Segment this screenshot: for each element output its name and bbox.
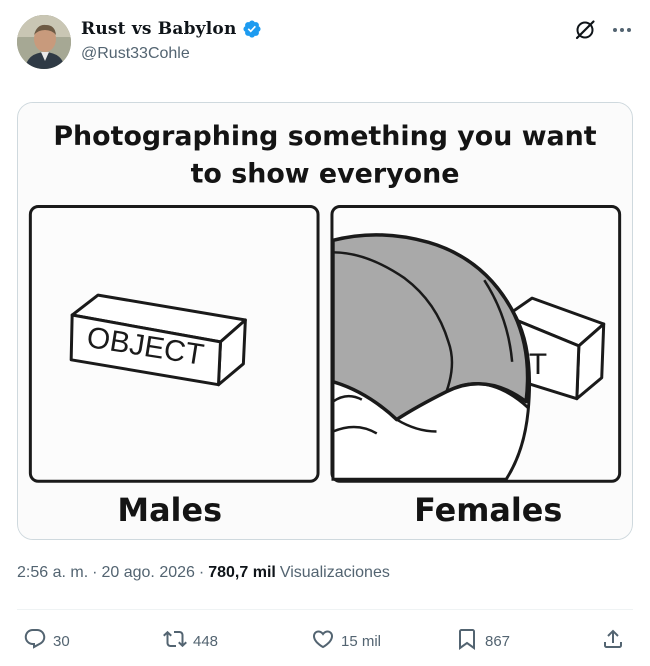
panel-left-label: Males (117, 491, 222, 529)
reply-button[interactable]: 30 (23, 624, 70, 658)
share-icon (601, 627, 625, 655)
heart-icon (311, 627, 335, 655)
meta-separator: · (198, 564, 205, 581)
like-button[interactable]: 15 mil (311, 624, 381, 658)
retweet-button[interactable]: 448 (163, 624, 218, 658)
name-row: Rust vs Babylon (81, 19, 262, 39)
share-button[interactable] (601, 624, 625, 658)
tweet-header: Rust vs Babylon @Rust33Cohle (17, 15, 637, 71)
bookmark-button[interactable]: 867 (455, 624, 510, 658)
comic-title-line1: Photographing something you want (53, 121, 596, 152)
object-label-right: T (529, 348, 547, 381)
tweet-date[interactable]: 20 ago. 2026 (101, 564, 194, 582)
tweet-time[interactable]: 2:56 a. m. (17, 564, 88, 582)
views-label: Visualizaciones (279, 564, 390, 581)
action-bar: 30 448 15 mil 867 (17, 624, 633, 658)
retweet-count: 448 (193, 632, 219, 650)
retweet-icon (163, 627, 187, 655)
like-count: 15 mil (341, 632, 382, 650)
panel-right-label: Females (414, 491, 562, 529)
bookmark-count: 867 (485, 632, 511, 650)
tweet-meta: 2:56 a. m. · 20 ago. 2026 · 780,7 mil Vi… (17, 564, 390, 582)
divider (17, 609, 633, 610)
author-handle[interactable]: @Rust33Cohle (81, 45, 190, 63)
comic-illustration: Photographing something you want to show… (18, 103, 632, 539)
avatar[interactable] (17, 15, 71, 69)
grok-icon[interactable] (574, 19, 596, 41)
meta-separator: · (92, 564, 98, 581)
views-count: 780,7 mil (208, 564, 276, 581)
reply-icon (23, 627, 47, 655)
tweet-image[interactable]: Photographing something you want to show… (17, 102, 633, 540)
author-display-name[interactable]: Rust vs Babylon (81, 19, 237, 39)
verified-badge-icon[interactable] (242, 19, 262, 39)
comic-title-line2: to show everyone (191, 159, 460, 190)
bookmark-icon (455, 627, 479, 655)
reply-count: 30 (53, 632, 70, 650)
more-icon[interactable] (610, 19, 634, 41)
